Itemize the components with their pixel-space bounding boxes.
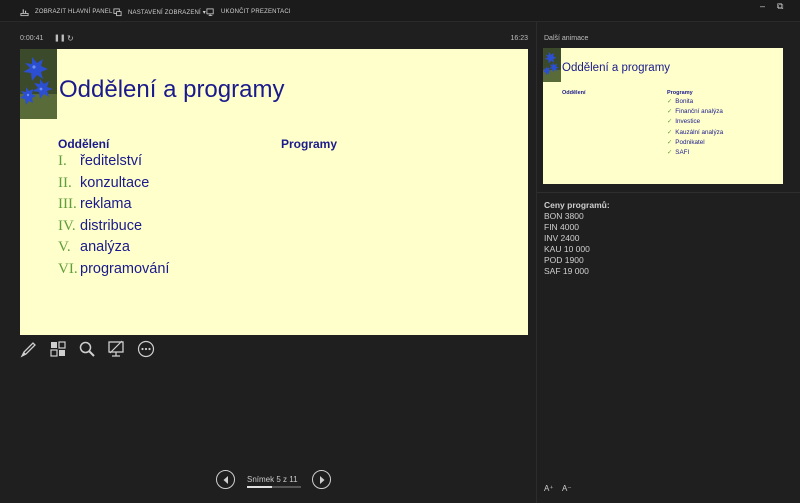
list-item: III. reklama [58,196,169,218]
item-number: IV. [58,217,76,234]
chevron-left-icon [223,475,228,484]
increase-font-button[interactable]: A⁺ [544,484,554,493]
check-icon: ✓ [667,108,673,116]
list-item: ✓ Bonita [667,98,723,108]
item-number: VI. [58,260,78,277]
next-slide-preview[interactable]: Oddělení a programy Oddělení Programy ✓ B… [543,48,783,184]
pause-timer-icon[interactable]: ❚❚ [54,34,66,42]
pane-divider[interactable] [536,22,537,503]
list-item: ✓ Investice [667,118,723,128]
gentian-flower-image [543,48,561,82]
item-text: analýza [80,239,130,255]
slide-progress-bar [247,486,301,488]
notes-heading: Ceny programů: [544,200,610,210]
program-name: SAFI [675,148,690,156]
program-name: Podnikatel [675,138,705,146]
slide-navigation: Snímek 5 z 11 [215,468,335,490]
list-item: ✓ Podnikatel [667,139,723,149]
taskbar-icon [20,8,29,16]
notes-line: POD 1900 [544,255,584,265]
item-number: III. [58,196,77,212]
minimize-button[interactable]: – [760,1,765,11]
reset-timer-icon[interactable]: ↻ [67,34,74,43]
check-icon: ✓ [667,118,673,126]
notes-line: SAF 19 000 [544,266,589,276]
slide-counter: Snímek 5 z 11 [247,475,298,484]
notes-line: KAU 10 000 [544,244,590,254]
slides-grid-icon[interactable] [49,340,67,358]
item-text: distribuce [80,217,143,234]
presenter-toolbar: ZOBRAZIT HLAVNÍ PANEL NASTAVENÍ ZOBRAZEN… [0,0,800,22]
previous-slide-button[interactable] [216,470,235,489]
programs-list: ✓ Bonita ✓ Finanční analýza ✓ Investice ✓ Ka… [667,98,723,159]
item-number: II. [58,174,72,191]
list-item: ✓ Kauzální analýza [667,129,723,139]
more-icon[interactable] [137,340,155,358]
notes-line: BON 3800 [544,211,584,221]
program-name: Kauzální analýza [675,128,724,136]
display-settings-label: NASTAVENÍ ZOBRAZENÍ ▾ [128,9,206,16]
gentian-flower-image [20,49,57,119]
display-settings-button[interactable]: NASTAVENÍ ZOBRAZENÍ ▾ [113,6,206,18]
decrease-font-button[interactable]: A⁻ [562,484,572,493]
departments-list: I. ředitelství II. konzultace III. reklama … [58,153,169,282]
programs-heading: Programy [281,137,338,151]
clock-time: 16:23 [510,35,528,42]
current-slide[interactable]: Oddělení a programy Oddělení Programy I.… [20,49,528,335]
program-name: Finanční analýza [675,108,723,116]
elapsed-time: 0:00:41 [20,35,44,42]
end-show-label: UKONČIT PREZENTACI [221,9,291,15]
notes-separator[interactable] [537,192,800,193]
next-slide-button[interactable] [312,470,331,489]
notes-line: FIN 4000 [544,222,579,232]
item-text: konzultace [80,174,150,191]
list-item: II. konzultace [58,175,169,197]
departments-heading: Oddělení [58,137,110,151]
show-taskbar-button[interactable]: ZOBRAZIT HLAVNÍ PANEL [20,6,113,18]
list-item: I. ředitelství [58,153,169,175]
check-icon: ✓ [667,148,673,156]
list-item: IV. distribuce [58,218,169,240]
show-taskbar-label: ZOBRAZIT HLAVNÍ PANEL [35,9,113,15]
timer-row: 0:00:41 ❚❚ ↻ 16:23 [20,34,530,45]
next-programs-heading: Programy [667,90,693,96]
notes-line: INV 2400 [544,233,580,243]
pen-icon[interactable] [20,340,38,358]
item-text: programování [80,260,170,277]
item-text: ředitelství [80,153,143,169]
zoom-icon[interactable] [78,340,96,358]
list-item: V. analýza [58,239,169,261]
slide-progress-fill [247,486,272,488]
display-settings-icon [113,7,122,16]
item-number: V. [58,239,71,255]
check-icon: ✓ [667,128,673,136]
check-icon: ✓ [667,98,673,105]
next-animation-label: Další animace [544,35,589,42]
end-show-icon [206,7,214,16]
list-item: ✓ Finanční analýza [667,108,723,118]
list-item: ✓ SAFI [667,149,723,159]
next-departments-heading: Oddělení [562,90,586,96]
slide-title: Oddělení a programy [59,76,285,103]
program-name: Bonita [675,98,694,105]
item-number: I. [58,153,67,169]
check-icon: ✓ [667,138,673,146]
end-show-button[interactable]: UKONČIT PREZENTACI [206,6,291,18]
restore-button[interactable]: ⧉ [777,1,783,12]
chevron-right-icon [319,475,324,484]
program-name: Investice [675,118,701,126]
next-slide-title: Oddělení a programy [562,62,671,74]
list-item: VI. programování [58,261,169,283]
speaker-notes[interactable]: Ceny programů: BON 3800 FIN 4000 INV 240… [544,200,610,277]
item-text: reklama [80,196,132,212]
screen-icon[interactable] [107,340,125,358]
